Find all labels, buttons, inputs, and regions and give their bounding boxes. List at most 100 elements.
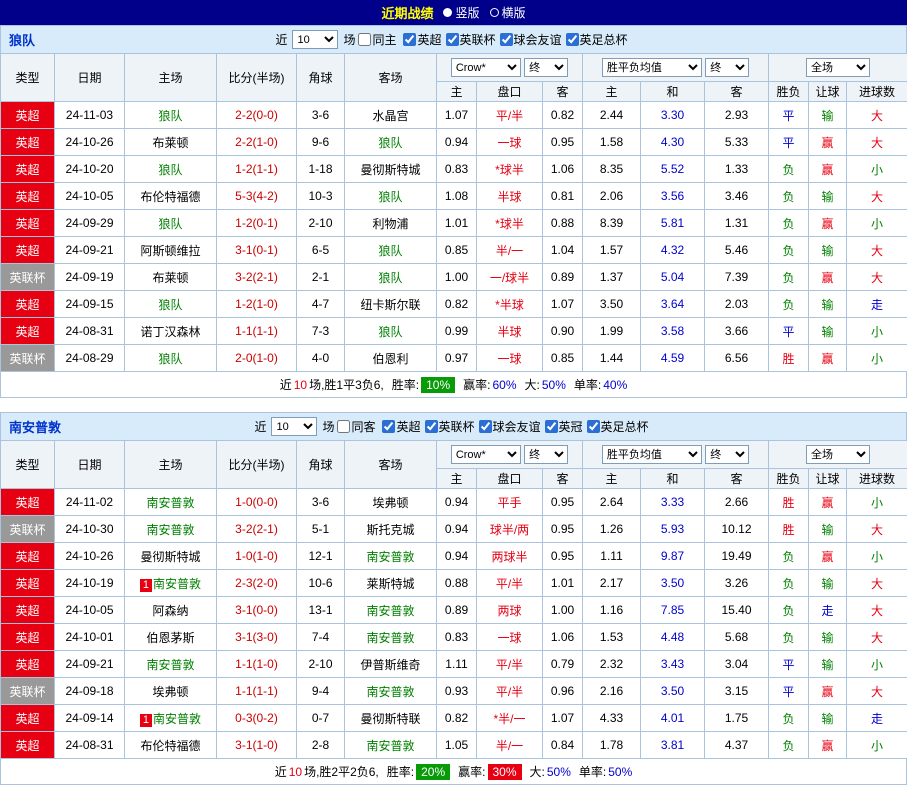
cell-score: 5-3(4-2) xyxy=(217,183,297,210)
cell-avg-away: 1.75 xyxy=(705,705,769,732)
cell-goals: 小 xyxy=(847,651,907,678)
same-venue-checkbox[interactable] xyxy=(358,33,371,46)
bookmaker-select[interactable]: Crow* xyxy=(451,445,521,464)
cell-league: 英超 xyxy=(1,732,55,759)
team-section-wolves: 狼队 近 10 场 同主 英超英联杯球会友谊英足总杯 类型 日期 主场 xyxy=(0,25,907,398)
cell-avg-away: 10.12 xyxy=(705,516,769,543)
same-venue-filter[interactable]: 同主 xyxy=(358,31,396,48)
league-filter[interactable]: 英超 xyxy=(403,31,441,48)
cell-away-team: 狼队 xyxy=(345,264,437,291)
league-checkbox-label: 英联杯 xyxy=(439,418,475,435)
league-filter[interactable]: 球会友谊 xyxy=(500,31,562,48)
cell-avg-draw: 3.50 xyxy=(641,570,705,597)
radio-unselected-icon xyxy=(490,8,499,17)
cell-league: 英超 xyxy=(1,129,55,156)
col-odds-home: 主 xyxy=(437,469,477,489)
footer-record-summary: 场,胜1平3负6, xyxy=(309,376,384,393)
cell-handicap-result: 赢 xyxy=(809,210,847,237)
league-filter[interactable]: 球会友谊 xyxy=(479,418,541,435)
cell-away-team: 南安普敦 xyxy=(345,678,437,705)
cell-avg-home: 1.78 xyxy=(583,732,641,759)
europe-odds-select[interactable]: 胜平负均值 xyxy=(602,445,702,464)
cell-avg-away: 1.31 xyxy=(705,210,769,237)
footer-stat-value: 50% xyxy=(547,765,571,779)
league-checkbox[interactable] xyxy=(566,33,579,46)
cell-corner: 12-1 xyxy=(297,543,345,570)
cell-goals: 小 xyxy=(847,156,907,183)
cell-league: 英联杯 xyxy=(1,264,55,291)
league-checkbox[interactable] xyxy=(382,420,395,433)
league-filter[interactable]: 英联杯 xyxy=(425,418,475,435)
final-odds-select[interactable]: 终 xyxy=(705,58,749,77)
home-team-name: 诺丁汉森林 xyxy=(140,325,200,339)
cell-avg-away: 2.66 xyxy=(705,489,769,516)
cell-avg-home: 3.50 xyxy=(583,291,641,318)
filter-bar: 近 10 场 同客 英超英联杯球会友谊英冠英足总杯 xyxy=(254,417,652,436)
cell-avg-away: 3.66 xyxy=(705,318,769,345)
league-filter[interactable]: 英足总杯 xyxy=(587,418,649,435)
europe-odds-select[interactable]: 胜平负均值 xyxy=(602,58,702,77)
cell-league: 英超 xyxy=(1,318,55,345)
footer-games-count: 10 xyxy=(289,765,302,779)
matches-table: 类型 日期 主场 比分(半场) 角球 客场 Crow* 终 胜平负均值 终 全场 xyxy=(0,440,907,759)
cell-score: 1-2(0-1) xyxy=(217,210,297,237)
cell-result: 负 xyxy=(769,624,809,651)
cell-avg-home: 2.17 xyxy=(583,570,641,597)
cell-score: 3-2(2-1) xyxy=(217,516,297,543)
league-checkbox[interactable] xyxy=(587,420,600,433)
same-venue-checkbox[interactable] xyxy=(337,420,350,433)
cell-date: 24-10-05 xyxy=(55,183,125,210)
cell-handicap-result: 输 xyxy=(809,183,847,210)
league-checkbox-label: 英联杯 xyxy=(460,31,496,48)
home-team-name: 南安普敦 xyxy=(146,496,194,510)
cell-odds-away: 1.07 xyxy=(543,291,583,318)
cell-corner: 10-6 xyxy=(297,570,345,597)
bookmaker-select[interactable]: Crow* xyxy=(451,58,521,77)
league-checkbox[interactable] xyxy=(479,420,492,433)
league-checkbox[interactable] xyxy=(403,33,416,46)
league-checkbox[interactable] xyxy=(425,420,438,433)
cell-home-team: 曼彻斯特城 xyxy=(125,543,217,570)
cell-avg-home: 1.57 xyxy=(583,237,641,264)
league-filter[interactable]: 英联杯 xyxy=(446,31,496,48)
final-odds-select[interactable]: 终 xyxy=(524,58,568,77)
games-count-select[interactable]: 10 xyxy=(292,30,338,49)
result-group: 全场 xyxy=(769,441,907,469)
final-odds-select[interactable]: 终 xyxy=(705,445,749,464)
cell-date: 24-10-05 xyxy=(55,597,125,624)
footer-near-label: 近 xyxy=(275,763,287,780)
cell-avg-away: 7.39 xyxy=(705,264,769,291)
match-row: 英联杯24-09-18埃弗顿1-1(1-1)9-4南安普敦0.93平/半0.96… xyxy=(1,678,907,705)
cell-score: 3-1(1-0) xyxy=(217,732,297,759)
cell-corner: 13-1 xyxy=(297,597,345,624)
cell-away-team: 曼彻斯特城 xyxy=(345,156,437,183)
cell-league: 英超 xyxy=(1,624,55,651)
scope-select[interactable]: 全场 xyxy=(806,445,870,464)
league-filter[interactable]: 英足总杯 xyxy=(566,31,628,48)
games-count-select[interactable]: 10 xyxy=(271,417,317,436)
cell-handicap-result: 输 xyxy=(809,102,847,129)
home-team-name: 狼队 xyxy=(158,352,182,366)
same-venue-filter[interactable]: 同客 xyxy=(337,418,375,435)
col-date: 日期 xyxy=(55,441,125,489)
scope-select[interactable]: 全场 xyxy=(806,58,870,77)
league-filter[interactable]: 英冠 xyxy=(545,418,583,435)
col-handicap: 盘口 xyxy=(477,469,543,489)
layout-radio-vertical[interactable]: 竖版 xyxy=(443,4,479,21)
league-filter[interactable]: 英超 xyxy=(382,418,420,435)
layout-radio-horizontal[interactable]: 横版 xyxy=(490,4,526,21)
league-checkbox[interactable] xyxy=(446,33,459,46)
league-checkbox[interactable] xyxy=(545,420,558,433)
league-checkbox[interactable] xyxy=(500,33,513,46)
cell-goals: 大 xyxy=(847,516,907,543)
cell-odds-home: 0.82 xyxy=(437,705,477,732)
col-home: 主场 xyxy=(125,441,217,489)
cell-result: 负 xyxy=(769,183,809,210)
page-title: 近期战绩 xyxy=(381,3,433,22)
cell-avg-home: 1.53 xyxy=(583,624,641,651)
cell-odds-away: 0.82 xyxy=(543,102,583,129)
league-checkbox-label: 英足总杯 xyxy=(601,418,649,435)
final-odds-select[interactable]: 终 xyxy=(524,445,568,464)
cell-odds-home: 0.94 xyxy=(437,543,477,570)
cell-league: 英联杯 xyxy=(1,678,55,705)
